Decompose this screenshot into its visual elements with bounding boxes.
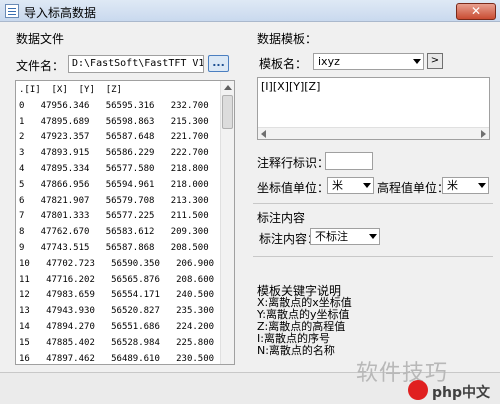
comment-label: 注释行标识： — [257, 156, 330, 170]
keyword-list: X:离散点的x坐标值 Y:离散点的y坐标值 Z:离散点的高程值 I:离散点的序号… — [257, 297, 352, 357]
annotation-content-select[interactable]: 不标注 — [310, 228, 380, 245]
window-title: 导入标高数据 — [24, 6, 97, 20]
scroll-right-icon[interactable] — [481, 130, 486, 138]
horizontal-scrollbar[interactable] — [258, 127, 489, 139]
data-row: 14 47894.270 56551.686 224.200 — [19, 321, 215, 332]
template-content-box[interactable]: [I][X][Y][Z] — [257, 77, 490, 140]
scroll-left-icon[interactable] — [261, 130, 266, 138]
chevron-down-icon — [363, 183, 371, 188]
data-file-section-title: 数据文件 — [16, 32, 65, 46]
scroll-thumb[interactable] — [222, 95, 233, 129]
data-row: 2 47923.357 56587.648 221.700 — [19, 132, 209, 143]
data-row: 4 47895.334 56577.580 218.800 — [19, 163, 209, 174]
chevron-down-icon — [478, 183, 486, 188]
annotation-section-title: 标注内容 — [257, 211, 306, 225]
browse-button[interactable]: ... — [208, 55, 229, 72]
data-row: 7 47801.333 56577.225 211.500 — [19, 211, 209, 222]
filename-input[interactable]: D:\FastSoft\FastTFT V12 — [68, 55, 204, 73]
data-row: 1 47895.689 56598.863 215.300 — [19, 116, 209, 127]
divider — [253, 256, 493, 257]
keyword-item: N:离散点的名称 — [257, 344, 335, 357]
data-row: 16 47897.462 56489.610 230.500 — [19, 353, 215, 364]
data-row: 6 47821.907 56579.708 213.300 — [19, 195, 209, 206]
scroll-up-icon[interactable] — [224, 85, 232, 90]
data-row: 10 47702.723 56590.350 206.900 — [19, 258, 215, 269]
coord-unit-value: 米 — [332, 179, 343, 192]
template-content-text: [I][X][Y][Z] — [261, 80, 321, 93]
chevron-down-icon — [369, 234, 377, 239]
data-preview-list[interactable]: .[I] [X] [Y] [Z] 0 47956.346 56595.316 23… — [15, 80, 235, 365]
elev-unit-label: 高程值单位： — [377, 181, 450, 195]
template-section-title: 数据模板： — [257, 32, 318, 46]
template-name-value: ixyz — [318, 55, 340, 68]
data-row: 0 47956.346 56595.316 232.700 — [19, 100, 209, 111]
template-name-label: 模板名： — [259, 57, 308, 71]
annotation-content-value: 不标注 — [315, 230, 348, 243]
data-row: 12 47983.659 56554.171 240.500 — [19, 290, 215, 301]
data-row: 13 47943.930 56520.827 235.300 — [19, 306, 215, 317]
watermark-logo: php中文网 — [408, 380, 496, 402]
coord-unit-select[interactable]: 米 — [327, 177, 374, 194]
data-row: 8 47762.670 56583.612 209.300 — [19, 227, 209, 238]
data-row: 9 47743.515 56587.868 208.500 — [19, 242, 209, 253]
data-row: 3 47893.915 56586.229 222.700 — [19, 148, 209, 159]
data-row: .[I] [X] [Y] [Z] — [19, 85, 122, 95]
data-row: 15 47885.402 56528.984 225.800 — [19, 337, 215, 348]
chevron-down-icon — [413, 59, 421, 64]
data-rows: .[I] [X] [Y] [Z] 0 47956.346 56595.316 23… — [19, 83, 219, 364]
comment-input[interactable] — [325, 152, 373, 170]
close-button[interactable]: ✕ — [456, 3, 496, 20]
elev-unit-select[interactable]: 米 — [442, 177, 489, 194]
data-row: 5 47866.956 56594.961 218.000 — [19, 179, 209, 190]
vertical-scrollbar[interactable] — [220, 81, 234, 364]
template-name-select[interactable]: ixyz — [313, 53, 424, 70]
logo-text: php中文网 — [432, 385, 491, 401]
elev-unit-value: 米 — [447, 179, 458, 192]
app-icon — [5, 4, 19, 18]
filename-label: 文件名： — [16, 59, 65, 73]
coord-unit-label: 坐标值单位： — [257, 181, 330, 195]
logo-icon — [408, 380, 428, 400]
title-bar: 导入标高数据 ✕ — [0, 0, 500, 22]
divider — [253, 203, 493, 204]
template-next-button[interactable]: > — [427, 53, 443, 69]
data-row: 11 47716.202 56565.876 208.600 — [19, 274, 215, 285]
